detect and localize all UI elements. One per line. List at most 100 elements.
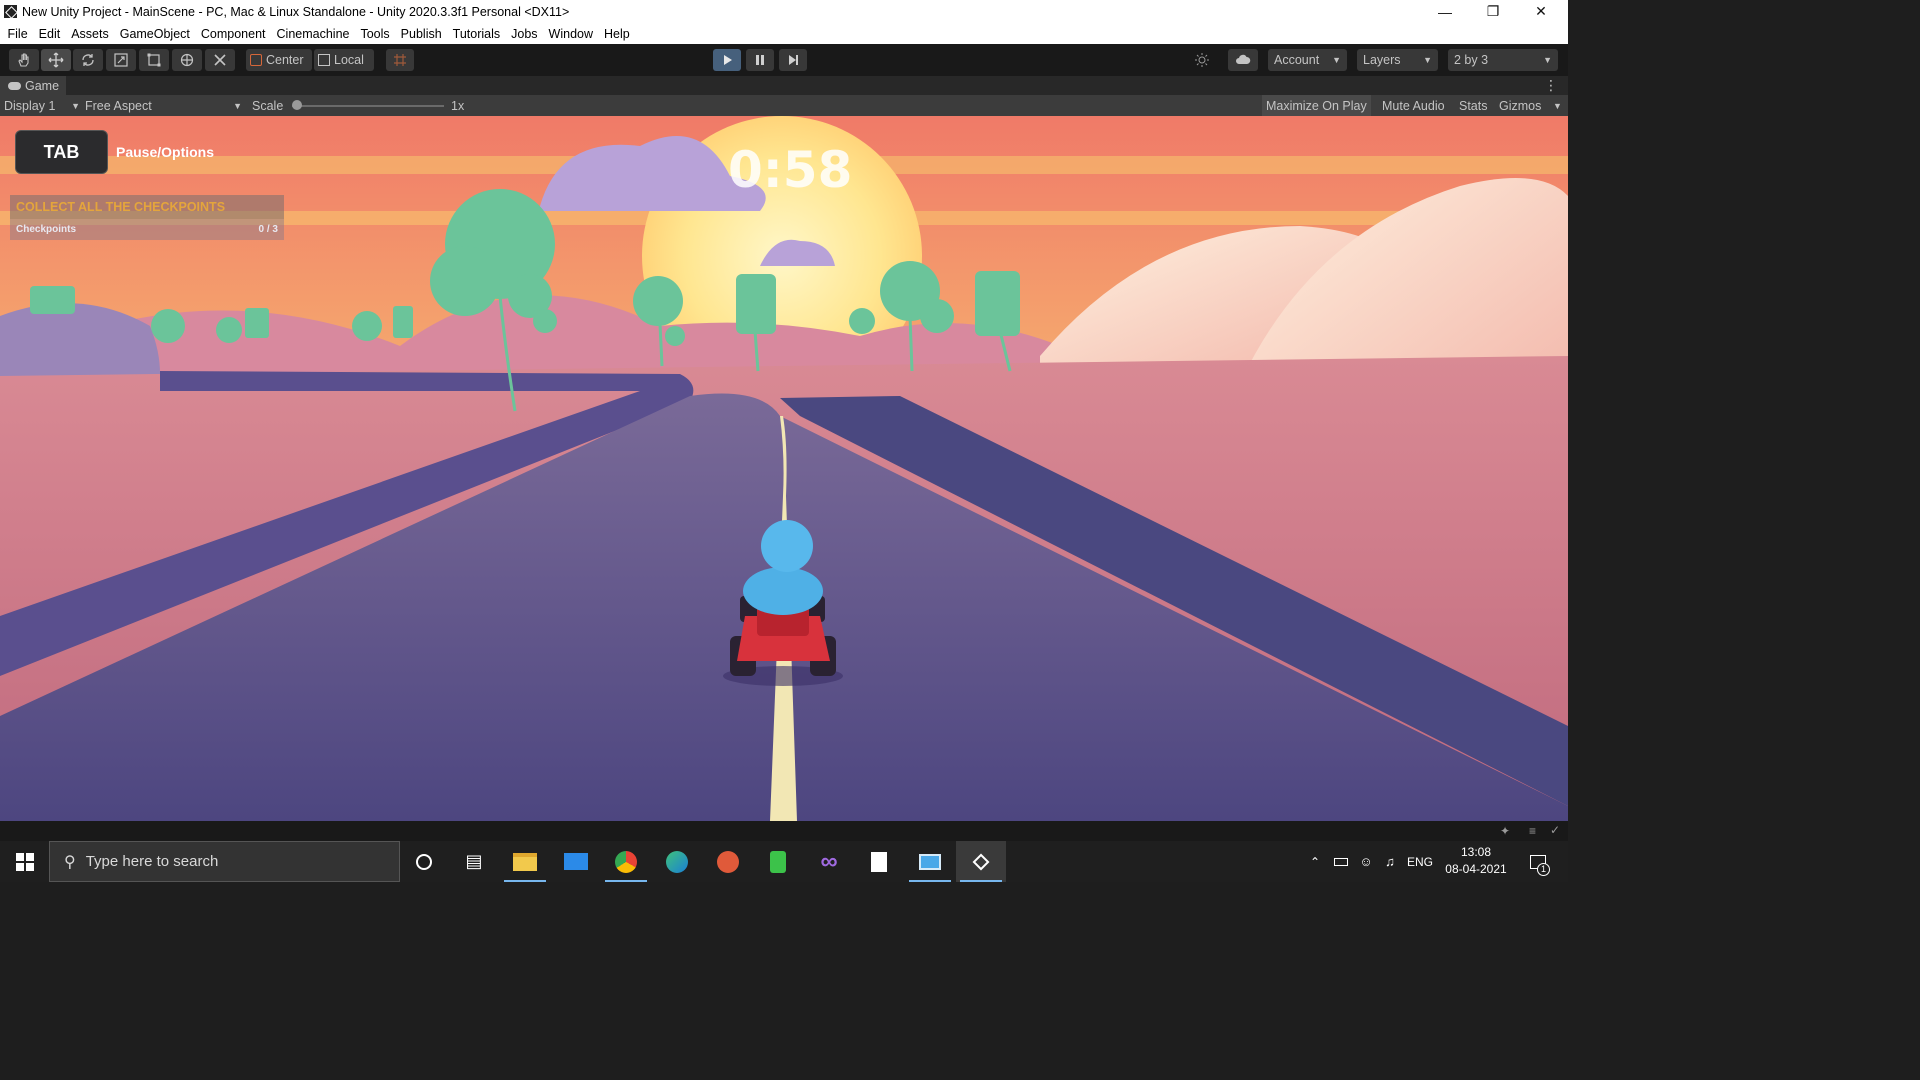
move-tool-icon[interactable]	[41, 49, 71, 71]
cloud-icon[interactable]	[1228, 49, 1258, 71]
game-tab-header: Game ⋮	[0, 76, 1568, 95]
menu-gameobject[interactable]: GameObject	[114, 27, 195, 41]
menu-component[interactable]: Component	[195, 27, 271, 41]
tab-key-label: TAB	[43, 141, 80, 162]
menu-edit[interactable]: Edit	[33, 27, 66, 41]
scale-slider[interactable]	[292, 95, 444, 116]
window-title: New Unity Project - MainScene - PC, Mac …	[22, 4, 570, 19]
scale-slider-thumb[interactable]	[292, 100, 302, 110]
status-check-icon[interactable]: ✓	[1550, 823, 1560, 837]
minimize-button[interactable]: —	[1422, 0, 1468, 23]
cortana-icon[interactable]	[399, 841, 449, 882]
clock-time: 13:08	[1460, 845, 1492, 859]
scale-tool-icon[interactable]	[106, 49, 136, 71]
scale-value: 1x	[451, 98, 465, 113]
control-panel-icon[interactable]	[905, 841, 955, 882]
mute-audio-toggle[interactable]: Mute Audio	[1382, 95, 1445, 116]
task-view-icon[interactable]: ▤	[449, 841, 499, 882]
game-view-controls: Display 1 ▼ Free Aspect ▼ Scale 1x Maxim…	[0, 95, 1568, 116]
search-icon: ⚲	[64, 853, 76, 871]
grid-snap-icon[interactable]	[386, 49, 414, 71]
scale-label: Scale	[252, 98, 284, 113]
taskbar-search-box[interactable]: ⚲ Type here to search	[49, 841, 400, 882]
race-timer: 0:58	[728, 141, 853, 199]
chrome-icon[interactable]	[601, 841, 651, 882]
close-button[interactable]: ✕	[1518, 0, 1564, 23]
visual-studio-icon[interactable]: ∞	[804, 841, 854, 882]
space-toggle-button[interactable]: Local	[314, 49, 374, 71]
step-button[interactable]	[779, 49, 807, 71]
search-placeholder: Type here to search	[85, 853, 219, 870]
custom-tools-icon[interactable]	[205, 49, 235, 71]
windows-start-icon[interactable]	[0, 841, 50, 882]
pivot-label: Center	[266, 53, 304, 67]
gizmos-toggle[interactable]: Gizmos	[1499, 95, 1541, 116]
gamepad-icon	[8, 81, 21, 90]
volume-icon[interactable]: ♫	[1377, 841, 1403, 882]
display-label: Display 1	[4, 98, 56, 113]
aspect-dropdown[interactable]: Free Aspect ▼	[85, 95, 242, 116]
restore-button[interactable]: ❐	[1470, 0, 1516, 23]
game-tab-label: Game	[25, 78, 60, 93]
chevron-down-icon: ▼	[71, 100, 80, 111]
notifications-icon[interactable]: 1	[1518, 841, 1558, 882]
pivot-toggle-button[interactable]: Center	[246, 49, 312, 71]
layers-dropdown[interactable]: Layers ▼	[1357, 49, 1438, 71]
menu-tutorials[interactable]: Tutorials	[447, 27, 505, 41]
unity-status-bar: ✦ ≡ ✓	[0, 821, 1568, 841]
transform-tool-icon[interactable]	[172, 49, 202, 71]
unity-taskbar-icon[interactable]	[956, 841, 1006, 882]
space-label: Local	[334, 53, 364, 67]
mail-icon[interactable]	[551, 841, 601, 882]
rotate-tool-icon[interactable]	[73, 49, 103, 71]
collab-sun-icon[interactable]	[1188, 49, 1216, 71]
unity-toolbar: Center Local Account ▼ Layers ▼ 2 by 3 ▼	[0, 44, 1568, 76]
progress-stack-icon[interactable]: ≡	[1529, 824, 1536, 838]
game-viewport[interactable]: TAB Pause/Options 0:58 COLLECT ALL THE C…	[0, 116, 1568, 821]
account-dropdown[interactable]: Account ▼	[1268, 49, 1347, 71]
tab-key-hint: TAB	[15, 130, 108, 174]
stats-toggle[interactable]: Stats	[1459, 95, 1488, 116]
menu-tools[interactable]: Tools	[355, 27, 395, 41]
notepad-icon[interactable]	[854, 841, 904, 882]
account-label: Account	[1274, 53, 1320, 67]
objective-banner: COLLECT ALL THE CHECKPOINTS	[10, 195, 284, 219]
menu-assets[interactable]: Assets	[66, 27, 115, 41]
more-options-icon[interactable]: ⋮	[1544, 77, 1558, 94]
menu-cinemachine[interactable]: Cinemachine	[271, 27, 355, 41]
menu-bar: File Edit Assets GameObject Component Ci…	[0, 23, 1568, 44]
battery-icon[interactable]	[1328, 841, 1354, 882]
menu-file[interactable]: File	[2, 27, 33, 41]
file-explorer-icon[interactable]	[500, 841, 550, 882]
language-indicator[interactable]: ENG	[1402, 841, 1438, 882]
windows-taskbar: ⚲ Type here to search ▤ ∞ ⌃ ☺ ♫ ENG 13:0…	[0, 841, 1568, 882]
git-client-icon[interactable]	[703, 841, 753, 882]
rect-tool-icon[interactable]	[139, 49, 169, 71]
maximize-on-play-toggle[interactable]: Maximize On Play	[1262, 95, 1371, 116]
pivot-center-icon	[250, 54, 262, 66]
database-app-icon[interactable]	[753, 841, 803, 882]
gizmos-dropdown-icon[interactable]: ▼	[1553, 95, 1562, 116]
edge-icon[interactable]	[652, 841, 702, 882]
layers-label: Layers	[1363, 53, 1401, 67]
layout-label: 2 by 3	[1454, 53, 1489, 67]
menu-jobs[interactable]: Jobs	[506, 27, 543, 41]
local-cube-icon	[318, 54, 330, 66]
tab-game[interactable]: Game	[0, 76, 66, 95]
wifi-icon[interactable]: ☺	[1353, 841, 1379, 882]
display-dropdown[interactable]: Display 1 ▼	[4, 95, 80, 116]
chevron-up-icon[interactable]: ⌃	[1300, 841, 1330, 882]
menu-help[interactable]: Help	[599, 27, 636, 41]
menu-publish[interactable]: Publish	[395, 27, 447, 41]
pause-button[interactable]	[746, 49, 774, 71]
notification-count: 1	[1537, 863, 1550, 876]
checkpoints-progress: Checkpoints 0 / 3	[10, 219, 284, 240]
menu-window[interactable]: Window	[543, 27, 598, 41]
layout-dropdown[interactable]: 2 by 3 ▼	[1448, 49, 1558, 71]
objective-text: COLLECT ALL THE CHECKPOINTS	[16, 200, 226, 214]
chevron-down-icon: ▼	[1543, 55, 1552, 65]
play-button[interactable]	[713, 49, 741, 71]
debug-bug-icon[interactable]: ✦	[1500, 824, 1510, 838]
hand-tool-icon[interactable]	[9, 49, 39, 71]
taskbar-clock[interactable]: 13:08 08-04-2021	[1438, 844, 1514, 878]
